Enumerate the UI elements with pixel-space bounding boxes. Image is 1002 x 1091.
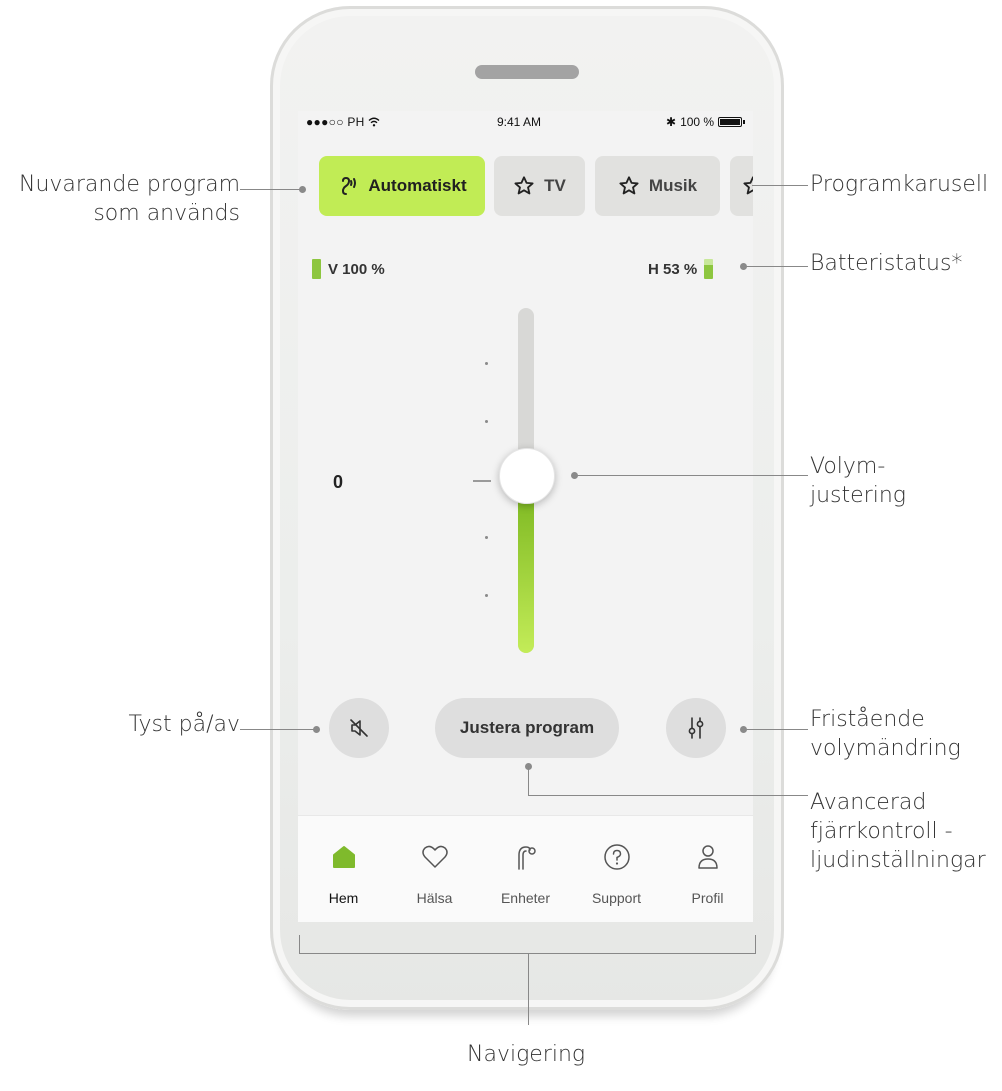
phone-speaker [475, 65, 579, 79]
program-next-partial[interactable] [730, 156, 753, 216]
program-label: Musik [648, 176, 698, 195]
nav-profil[interactable]: Profil [662, 816, 753, 922]
mute-button[interactable] [329, 698, 389, 758]
status-bar: ●●●○○ PH 9:41 AM ✱ 100 % [298, 111, 753, 135]
program-label: TV [544, 176, 566, 195]
phone-battery: ✱ 100 % [666, 115, 746, 129]
nav-support[interactable]: Support [571, 816, 662, 922]
sliders-icon [688, 717, 704, 739]
volume-tick [485, 420, 488, 423]
callout-advanced-remote: Avancerad fjärrkontroll - ljudinställnin… [810, 790, 986, 873]
person-icon [697, 845, 718, 869]
volume-tick [485, 594, 488, 597]
program-musik[interactable]: Musik [595, 156, 720, 216]
volume-value: 0 [333, 472, 344, 492]
volume-slider-fill [518, 480, 534, 653]
home-icon [332, 846, 355, 868]
callout-volume: Volym- justering [810, 454, 906, 508]
wifi-icon [368, 117, 380, 127]
star-icon [619, 176, 639, 195]
right-battery-label: H 53 % [648, 260, 698, 278]
volume-tick [485, 362, 488, 365]
callout-battery-status: Batteristatus* [810, 251, 963, 276]
phone-battery-icon [718, 117, 746, 127]
callout-carousel: Programkarusell [810, 172, 989, 197]
callout-navigation: Navigering [467, 1042, 586, 1067]
nav-label: Support [591, 890, 642, 906]
heart-icon [421, 845, 448, 868]
bluetooth-icon: ✱ [666, 115, 677, 129]
status-time: 9:41 AM [497, 115, 542, 129]
nav-halsa[interactable]: Hälsa [389, 816, 480, 922]
question-icon [603, 844, 630, 870]
left-battery-label: V 100 % [328, 260, 385, 278]
program-automatiskt[interactable]: Automatiskt [319, 156, 485, 216]
nav-label: Enheter [500, 890, 551, 906]
app-screen: ●●●○○ PH 9:41 AM ✱ 100 % Automatiskt TV … [298, 111, 753, 922]
program-tv[interactable]: TV [494, 156, 585, 216]
callout-independent-volume: Fristående volymändring [810, 707, 961, 761]
callout-current-program: Nuvarande program som används [18, 172, 240, 226]
nav-label: Hälsa [416, 890, 453, 906]
nav-label: Profil [691, 890, 724, 906]
battery-icon [312, 259, 321, 279]
nav-enheter[interactable]: Enheter [480, 816, 571, 922]
carrier-signal: ●●●○○ PH [306, 115, 380, 129]
right-battery: H 53 % [648, 259, 714, 279]
volume-slider-knob[interactable] [499, 448, 555, 504]
program-carousel[interactable]: Automatiskt TV Musik [298, 156, 753, 216]
adjust-program-button[interactable]: Justera program [435, 698, 619, 758]
speaker-muted-icon [350, 719, 368, 737]
volume-tick [485, 536, 488, 539]
nav-label: Hem [328, 890, 359, 906]
program-label: Automatiskt [368, 176, 467, 195]
star-icon [743, 176, 753, 195]
independent-volume-button[interactable] [666, 698, 726, 758]
volume-center-mark [473, 480, 491, 482]
ear-wave-icon [342, 176, 357, 195]
star-icon [514, 176, 534, 195]
hearing-aid-icon [517, 846, 536, 870]
phone-battery-text: 100 % [680, 115, 715, 129]
callout-mute: Tyst på/av [128, 712, 240, 737]
left-battery: V 100 % [312, 259, 385, 279]
battery-icon [704, 259, 714, 279]
nav-hem[interactable]: Hem [298, 816, 389, 922]
bottom-navigation: Hem Hälsa Enheter Support Profil [298, 815, 753, 922]
